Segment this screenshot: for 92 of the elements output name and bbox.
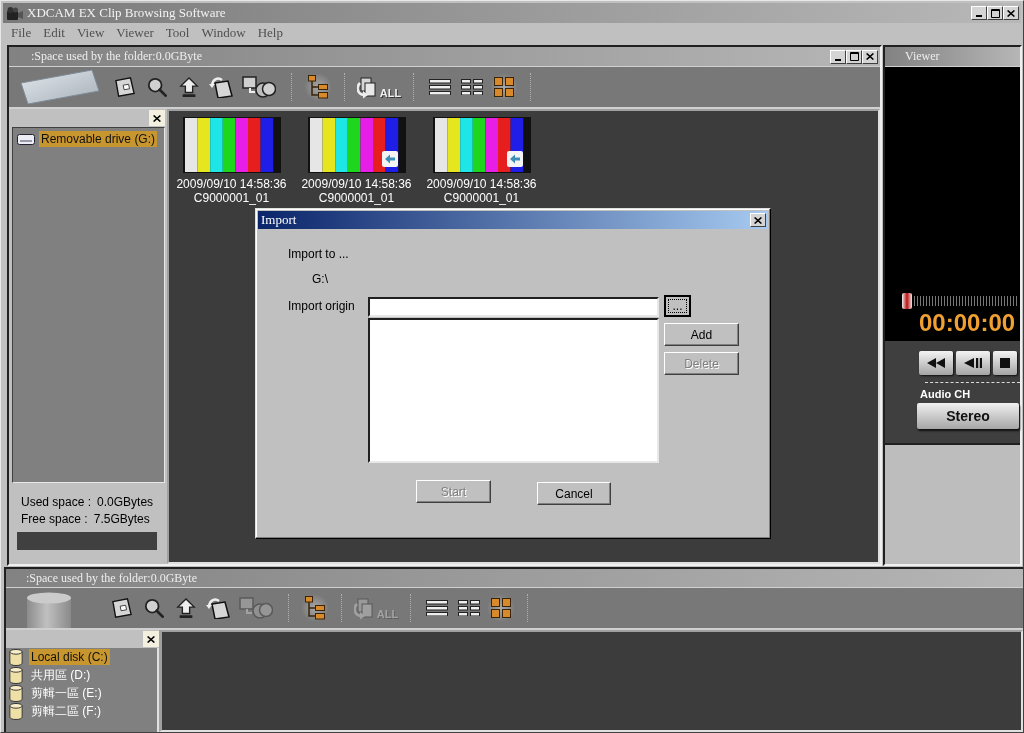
tree-icon	[308, 75, 328, 99]
list-icon	[426, 600, 448, 616]
close-button[interactable]	[143, 631, 159, 647]
audio-channel-label: Audio CH	[920, 388, 971, 401]
color-bars-thumbnail[interactable]	[307, 117, 406, 173]
step-back-button[interactable]	[956, 351, 990, 375]
import-to-label: Import to ...	[288, 247, 349, 261]
drive-icon	[17, 133, 35, 145]
close-icon	[754, 216, 762, 224]
card-icon	[20, 69, 100, 105]
grid-icon	[494, 77, 514, 97]
close-button[interactable]	[862, 49, 878, 64]
search-icon	[147, 77, 167, 97]
pane-title: :Space used by the folder:0.0GByte	[31, 49, 203, 64]
tree-button[interactable]	[305, 72, 331, 102]
close-icon	[1007, 9, 1015, 17]
audio-mode-button[interactable]: Stereo	[917, 403, 1019, 429]
details-icon	[458, 600, 480, 616]
dialog-title: Import	[261, 212, 297, 228]
clip-time: 2009/09/10 14:58:36	[301, 177, 412, 191]
used-space-label: Used space :	[21, 495, 92, 509]
maximize-icon	[990, 8, 1000, 18]
browse-button[interactable]: ...	[664, 295, 691, 317]
maximize-button[interactable]	[987, 6, 1003, 20]
step-back-icon	[964, 358, 982, 368]
tree-button[interactable]	[302, 593, 328, 623]
stop-icon	[1000, 358, 1010, 368]
close-icon	[153, 114, 161, 122]
drive-item[interactable]: Local disk (C:)	[29, 649, 110, 665]
origin-field[interactable]	[368, 297, 659, 317]
drive-item[interactable]: 剪輯二區 (F:)	[29, 703, 103, 719]
clip-name: C9000001_01	[318, 191, 395, 205]
close-icon	[147, 635, 155, 643]
clip-name: C9000001_01	[443, 191, 520, 205]
pane-title: :Space used by the folder:0.0GByte	[26, 570, 198, 586]
maximize-button[interactable]	[846, 49, 862, 64]
origin-list[interactable]	[368, 318, 659, 463]
folder-icon	[115, 77, 135, 97]
search-icon	[144, 598, 164, 618]
target-path: G:\	[312, 272, 328, 286]
cancel-button[interactable]: Cancel	[537, 482, 611, 505]
menu-item[interactable]: Edit	[38, 25, 70, 41]
menu-item[interactable]: Viewer	[111, 25, 159, 41]
color-bars-thumbnail[interactable]	[182, 117, 281, 173]
grid-icon	[491, 598, 511, 618]
timecode: 00:00:00	[919, 309, 1017, 337]
details-icon	[461, 79, 483, 95]
add-button[interactable]: Add	[664, 323, 739, 346]
clip-time: 2009/09/10 14:58:36	[176, 177, 287, 191]
discs-icon	[242, 76, 276, 98]
color-bars-thumbnail[interactable]	[432, 117, 531, 173]
up-arrow-icon	[179, 77, 199, 97]
used-space-value: 0.0GBytes	[97, 495, 154, 509]
pane-title: Viewer	[905, 49, 941, 64]
rewind-button[interactable]	[919, 351, 953, 375]
minimize-button[interactable]	[830, 49, 846, 64]
minimize-icon	[835, 58, 841, 61]
close-icon	[866, 53, 874, 60]
close-button[interactable]	[1003, 6, 1019, 20]
close-button[interactable]	[750, 213, 766, 227]
camera-icon	[7, 6, 23, 20]
import-all-button[interactable]: ALL	[355, 72, 403, 102]
slider-thumb[interactable]	[902, 293, 912, 309]
free-space-label: Free space :	[21, 512, 88, 526]
clip-time: 2009/09/10 14:58:36	[426, 177, 537, 191]
drive-item[interactable]: 剪輯一區 (E:)	[29, 685, 104, 701]
menu-item[interactable]: Help	[252, 25, 288, 41]
drive-item[interactable]: Removable drive (G:)	[39, 131, 158, 147]
documents-arrow-icon	[353, 598, 376, 620]
minimize-button[interactable]	[971, 6, 987, 20]
close-button[interactable]	[149, 110, 165, 126]
clip-name: C9000001_01	[193, 191, 270, 205]
free-space-value: 7.5GBytes	[93, 512, 150, 526]
rewind-icon	[927, 358, 945, 368]
list-icon	[429, 79, 451, 95]
tree-icon	[305, 596, 325, 620]
folder-arrow-icon	[206, 597, 230, 619]
folder-arrow-icon	[209, 76, 233, 98]
menu-item[interactable]: View	[71, 25, 110, 41]
folder-icon	[112, 598, 132, 618]
documents-arrow-icon	[356, 77, 379, 99]
drive-item[interactable]: 共用區 (D:)	[29, 667, 93, 683]
discs-icon	[239, 597, 273, 619]
up-arrow-icon	[176, 598, 196, 618]
menu-item[interactable]: Tool	[160, 25, 195, 41]
menu-item[interactable]: File	[6, 25, 37, 41]
window-title: XDCAM EX Clip Browsing Software	[27, 5, 227, 21]
stop-button[interactable]	[993, 351, 1017, 375]
minimize-icon	[976, 15, 982, 17]
menu-item[interactable]: Window	[196, 25, 251, 41]
import-origin-label: Import origin	[288, 299, 355, 313]
maximize-icon	[849, 52, 859, 61]
